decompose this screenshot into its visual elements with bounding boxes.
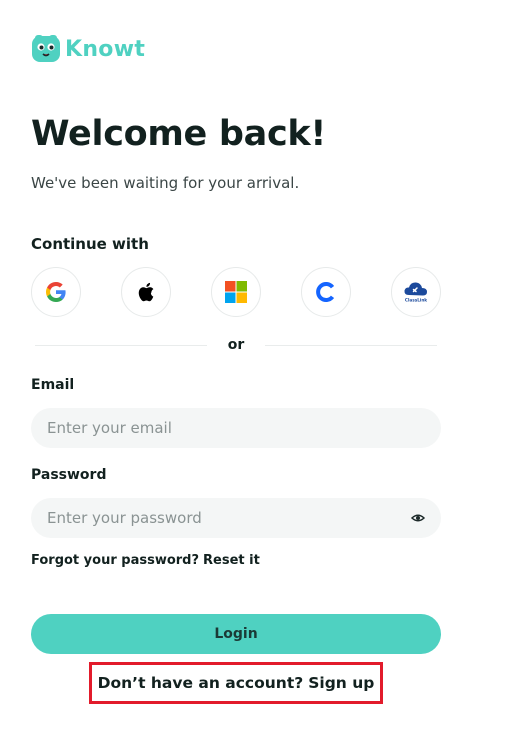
knowt-mascot-icon	[32, 35, 60, 62]
forgot-password-text: Forgot your password?	[31, 553, 200, 568]
microsoft-login-button[interactable]	[211, 267, 261, 317]
forgot-password-row: Forgot your password? Reset it	[31, 553, 260, 568]
password-input[interactable]	[31, 498, 441, 538]
classlink-icon: ClassLink	[404, 282, 427, 303]
email-input[interactable]	[31, 408, 441, 448]
apple-icon	[138, 282, 154, 302]
google-icon	[46, 282, 66, 302]
page-subtitle: We've been waiting for your arrival.	[31, 174, 300, 192]
google-login-button[interactable]	[31, 267, 81, 317]
brand-name: Knowt	[65, 36, 146, 62]
clever-login-button[interactable]	[301, 267, 351, 317]
signup-prompt-highlight: Don’t have an account? Sign up	[89, 662, 383, 704]
sso-buttons: ClassLink	[31, 267, 441, 317]
login-button[interactable]: Login	[31, 614, 441, 654]
email-field-container	[31, 408, 441, 448]
signup-prompt-text: Don’t have an account?	[97, 674, 304, 692]
continue-with-label: Continue with	[31, 235, 149, 253]
clever-icon	[316, 282, 335, 302]
classlink-login-button[interactable]: ClassLink	[391, 267, 441, 317]
password-field-container	[31, 498, 441, 538]
apple-login-button[interactable]	[121, 267, 171, 317]
reset-password-link[interactable]: Reset it	[203, 553, 260, 568]
knowt-logo[interactable]: Knowt	[31, 34, 145, 64]
signup-link[interactable]: Sign up	[308, 674, 374, 692]
divider-line-right	[265, 345, 437, 346]
or-divider: or	[31, 337, 441, 355]
eye-icon[interactable]	[411, 511, 425, 525]
microsoft-icon	[225, 281, 247, 303]
email-label: Email	[31, 377, 75, 393]
classlink-wordmark: ClassLink	[405, 298, 427, 303]
page-title: Welcome back!	[31, 114, 327, 154]
password-label: Password	[31, 467, 107, 483]
